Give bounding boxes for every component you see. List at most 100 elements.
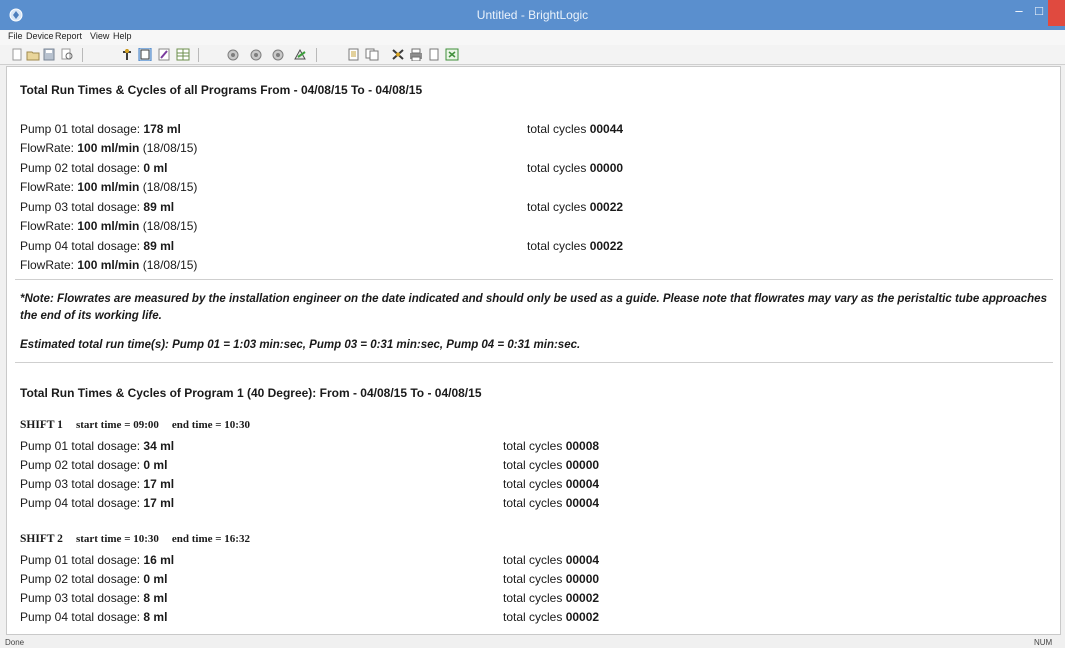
cycles-label: total cycles	[527, 122, 590, 136]
cycles-value: 00044	[589, 122, 624, 136]
dosage-label: Pump 04 total dosage:	[20, 610, 144, 624]
edit-icon[interactable]	[157, 48, 171, 61]
print-preview-icon[interactable]	[60, 48, 74, 61]
flowrate-date: (18/08/15)	[139, 180, 198, 194]
dosage-label: Pump 01 total dosage:	[20, 553, 144, 567]
flowrate-value: 100 ml/min	[77, 219, 140, 233]
dosage-value: 34 ml	[143, 439, 175, 453]
dosage-label: Pump 03 total dosage:	[20, 477, 144, 491]
connect-icon[interactable]	[120, 48, 134, 61]
report-view[interactable]: Total Run Times & Cycles of all Programs…	[6, 66, 1061, 635]
program-heading: Total Run Times & Cycles of Program 1 (4…	[20, 386, 482, 400]
document-icon[interactable]	[347, 48, 361, 61]
cycles-value: 00022	[589, 239, 624, 253]
cycles-label: total cycles	[503, 553, 566, 567]
dosage-label: Pump 01 total dosage:	[20, 122, 144, 136]
toolbar-separator	[82, 48, 83, 62]
pump-icon[interactable]	[271, 48, 285, 61]
shift-pump-dosage: Pump 01 total dosage: 16 ml	[20, 553, 174, 567]
pump-icon[interactable]	[226, 48, 240, 61]
cycles-label: total cycles	[527, 161, 590, 175]
cycles-value: 00004	[565, 496, 600, 510]
copy-icon[interactable]	[365, 48, 379, 61]
dosage-value: 178 ml	[143, 122, 181, 136]
dosage-value: 89 ml	[143, 239, 175, 253]
run-icon[interactable]	[293, 48, 307, 61]
export-icon[interactable]	[445, 48, 459, 61]
shift-name: SHIFT 1	[20, 419, 63, 431]
summary-pump-dosage: Pump 04 total dosage: 89 ml	[20, 239, 174, 253]
menu-file[interactable]: File	[8, 31, 23, 41]
cycles-value: 00000	[589, 161, 624, 175]
dosage-value: 89 ml	[143, 200, 175, 214]
cycles-value: 00000	[565, 572, 600, 586]
section-divider	[15, 362, 1053, 363]
menu-device[interactable]: Device	[26, 31, 54, 41]
report-icon[interactable]	[138, 48, 152, 61]
shift-pump-dosage: Pump 03 total dosage: 17 ml	[20, 477, 174, 491]
estimated-run-time: Estimated total run time(s): Pump 01 = 1…	[20, 339, 581, 351]
flowrate-label: FlowRate:	[20, 219, 78, 233]
dosage-label: Pump 04 total dosage:	[20, 239, 144, 253]
shift-start-time: start time = 09:00	[75, 419, 159, 431]
summary-pump-dosage: Pump 01 total dosage: 178 ml	[20, 122, 181, 136]
shift-pump-dosage: Pump 02 total dosage: 0 ml	[20, 572, 167, 586]
menu-view[interactable]: View	[90, 31, 109, 41]
cycles-value: 00002	[565, 610, 600, 624]
summary-pump-dosage: Pump 02 total dosage: 0 ml	[20, 161, 167, 175]
shift-header: SHIFT 2 start time = 10:30 end time = 16:3…	[20, 533, 250, 545]
maximize-button[interactable]: □	[1029, 0, 1049, 24]
table-icon[interactable]	[176, 48, 190, 61]
summary-pump-cycles: total cycles 00000	[527, 161, 623, 175]
menu-help[interactable]: Help	[113, 31, 132, 41]
dosage-label: Pump 02 total dosage:	[20, 161, 144, 175]
shift-pump-cycles: total cycles 00002	[503, 610, 599, 624]
shift-pump-dosage: Pump 03 total dosage: 8 ml	[20, 591, 167, 605]
summary-pump-dosage: Pump 03 total dosage: 89 ml	[20, 200, 174, 214]
status-text: Done	[5, 638, 25, 647]
cycles-label: total cycles	[503, 477, 566, 491]
minimize-button[interactable]: –	[1009, 0, 1029, 24]
flowrate-note: *Note: Flowrates are measured by the ins…	[20, 293, 1047, 322]
shift-pump-cycles: total cycles 00000	[503, 572, 599, 586]
pump-icon[interactable]	[249, 48, 263, 61]
settings-icon[interactable]	[391, 48, 405, 61]
flowrate-label: FlowRate:	[20, 141, 78, 155]
toolbar	[0, 45, 1065, 65]
cycles-value: 00002	[565, 591, 600, 605]
cycles-label: total cycles	[503, 496, 566, 510]
shift-pump-cycles: total cycles 00002	[503, 591, 599, 605]
cycles-value: 00000	[565, 458, 600, 472]
flowrate-value: 100 ml/min	[77, 141, 140, 155]
shift-end-time: end time = 16:32	[171, 533, 250, 545]
dosage-value: 16 ml	[143, 553, 175, 567]
shift-header: SHIFT 1 start time = 09:00 end time = 10:3…	[20, 419, 250, 431]
shift-end-time: end time = 10:30	[171, 419, 250, 431]
dosage-label: Pump 03 total dosage:	[20, 591, 144, 605]
flowrate-date: (18/08/15)	[139, 219, 198, 233]
save-icon[interactable]	[42, 48, 56, 61]
flowrate-label: FlowRate:	[20, 258, 78, 272]
page-icon[interactable]	[427, 48, 441, 61]
section-divider	[15, 279, 1053, 280]
new-icon[interactable]	[10, 48, 24, 61]
menu-report[interactable]: Report	[55, 31, 82, 41]
open-icon[interactable]	[26, 48, 40, 61]
shift-name: SHIFT 2	[20, 533, 63, 545]
cycles-label: total cycles	[503, 610, 566, 624]
summary-pump-flowrate: FlowRate: 100 ml/min (18/08/15)	[20, 141, 197, 155]
shift-pump-cycles: total cycles 00004	[503, 553, 599, 567]
dosage-label: Pump 04 total dosage:	[20, 496, 144, 510]
dosage-value: 8 ml	[143, 610, 168, 624]
dosage-label: Pump 01 total dosage:	[20, 439, 144, 453]
menu-bar: File Device Report View Help	[0, 30, 1065, 45]
close-button[interactable]	[1048, 0, 1065, 26]
cycles-label: total cycles	[527, 200, 590, 214]
dosage-label: Pump 02 total dosage:	[20, 572, 144, 586]
num-lock-indicator: NUM	[1034, 638, 1053, 647]
print-icon[interactable]	[409, 48, 423, 61]
summary-pump-cycles: total cycles 00044	[527, 122, 623, 136]
shift-pump-dosage: Pump 01 total dosage: 34 ml	[20, 439, 174, 453]
cycles-value: 00008	[565, 439, 600, 453]
dosage-label: Pump 03 total dosage:	[20, 200, 144, 214]
